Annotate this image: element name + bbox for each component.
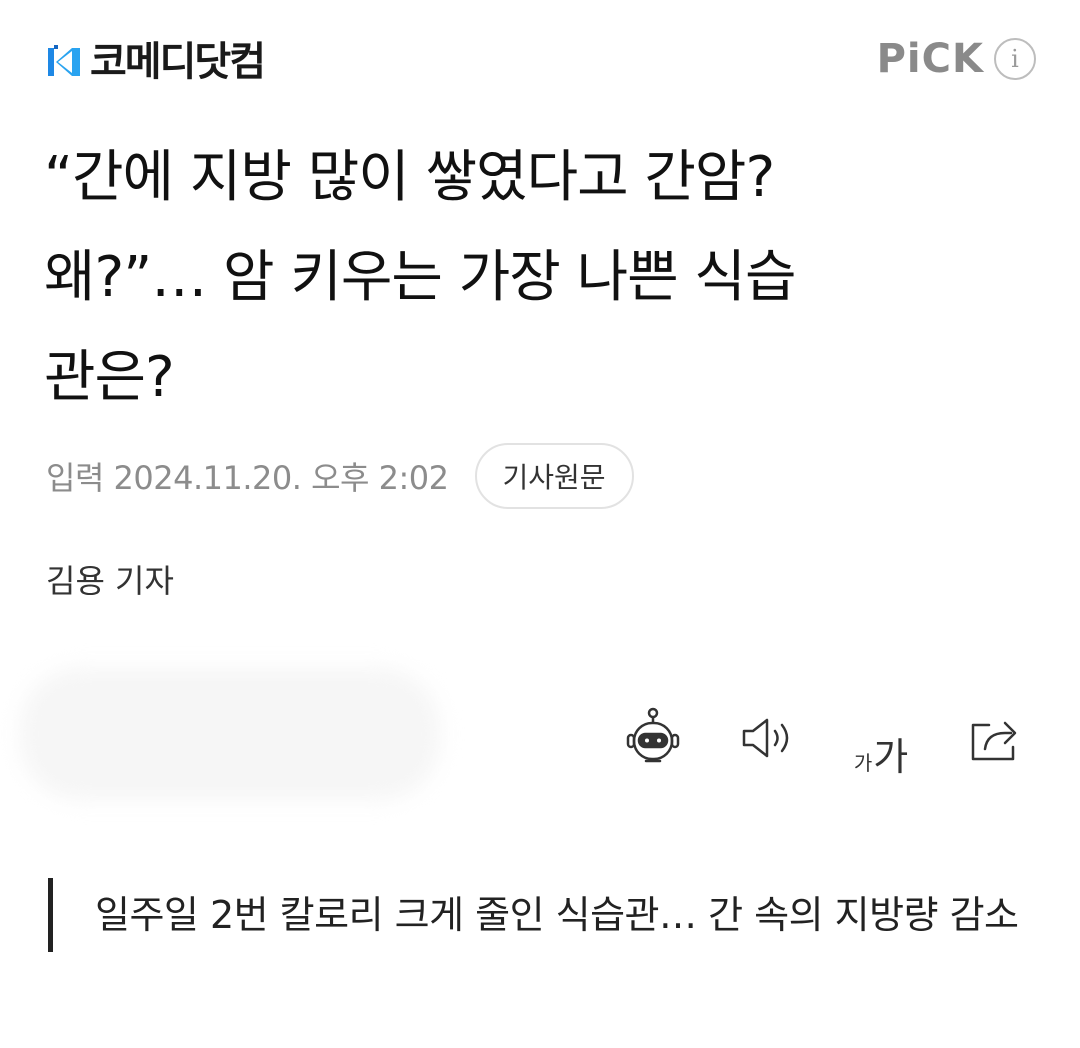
article-header: 코메디닷컴 PiCK i xyxy=(46,34,1036,90)
brand-name: 코메디닷컴 xyxy=(90,39,266,85)
robot-summary-icon[interactable] xyxy=(618,700,688,776)
article-subtitle: 일주일 2번 칼로리 크게 줄인 식습관… 간 속의 지방량 감소 xyxy=(48,878,1028,952)
subtitle-text: 일주일 2번 칼로리 크게 줄인 식습관… 간 속의 지방량 감소 xyxy=(95,893,1019,937)
info-glyph: i xyxy=(1011,45,1019,73)
font-size-large-glyph: 가 xyxy=(873,735,909,779)
article-toolbar: 가 가 xyxy=(618,700,1030,776)
speaker-icon[interactable] xyxy=(732,700,802,776)
article-headline: “간에 지방 많이 쌓였다고 간암? 왜?”… 암 키우는 가장 나쁜 식습 관… xyxy=(44,128,1044,428)
pick-label: PiCK xyxy=(876,36,984,82)
brand-logo[interactable]: 코메디닷컴 xyxy=(46,36,266,88)
headline-line-3: 관은? xyxy=(44,345,175,410)
original-article-button[interactable]: 기사원문 xyxy=(474,443,634,509)
share-icon[interactable] xyxy=(960,700,1030,776)
info-icon[interactable]: i xyxy=(994,38,1036,80)
comedy-logo-icon xyxy=(46,42,82,82)
font-size-button[interactable]: 가 가 xyxy=(846,700,916,776)
article-meta: 입력 2024.11.20. 오후 2:02 기사원문 xyxy=(46,442,634,510)
author-name: 김용 기자 xyxy=(46,562,174,600)
pick-badge[interactable]: PiCK i xyxy=(877,34,1036,84)
font-size-small-glyph: 가 xyxy=(853,751,873,775)
headline-line-1: “간에 지방 많이 쌓였다고 간암? xyxy=(44,145,775,210)
headline-line-2: 왜?”… 암 키우는 가장 나쁜 식습 xyxy=(44,245,796,310)
blurred-region xyxy=(20,668,440,800)
publish-date: 입력 2024.11.20. 오후 2:02 xyxy=(46,459,449,497)
